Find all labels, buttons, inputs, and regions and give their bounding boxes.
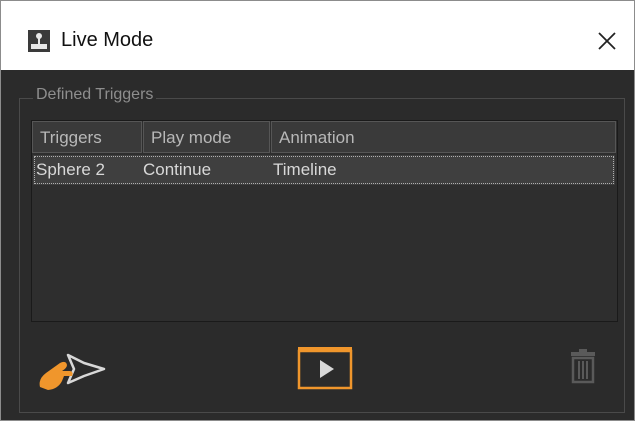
live-mode-window: Live Mode Defined Triggers Triggers Play…	[0, 0, 635, 421]
window-title: Live Mode	[61, 29, 154, 51]
title-bar: Live Mode	[1, 1, 634, 70]
triggers-table[interactable]: Triggers Play mode Animation Sphere 2 Co…	[31, 120, 618, 322]
group-label: Defined Triggers	[33, 86, 157, 104]
cell-play-mode: Continue	[143, 160, 212, 179]
trash-icon[interactable]	[570, 348, 596, 384]
column-header-triggers[interactable]: Triggers	[32, 121, 142, 153]
table-row[interactable]: Sphere 2 Continue Timeline	[33, 155, 615, 185]
close-icon[interactable]	[591, 25, 623, 57]
column-header-play-mode[interactable]: Play mode	[143, 121, 270, 153]
play-icon[interactable]	[297, 346, 353, 390]
column-header-animation[interactable]: Animation	[271, 121, 616, 153]
joystick-icon	[28, 30, 50, 52]
hand-pointer-icon[interactable]	[34, 345, 114, 395]
cell-trigger: Sphere 2	[36, 160, 105, 179]
cell-animation: Timeline	[273, 160, 337, 179]
dialog-content: Defined Triggers Triggers Play mode Anim…	[1, 70, 634, 420]
